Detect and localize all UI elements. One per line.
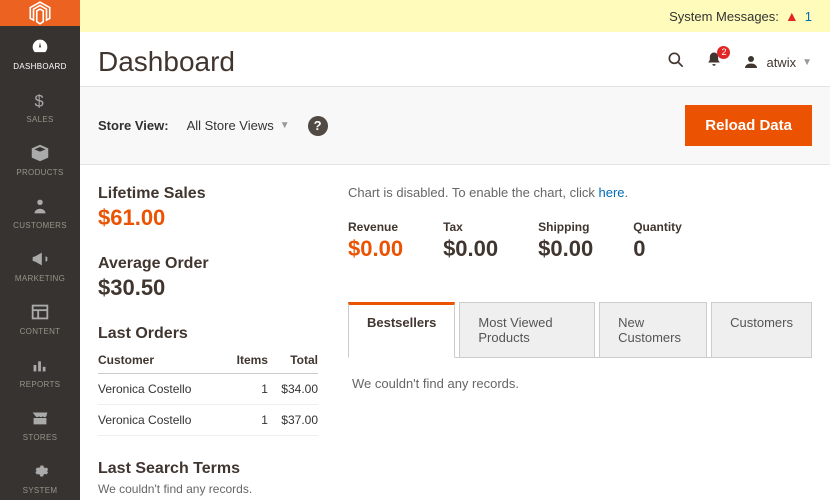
nav-stores[interactable]: STORES <box>0 397 80 450</box>
magento-logo[interactable] <box>0 0 80 26</box>
tab-bestsellers[interactable]: Bestsellers <box>348 302 455 358</box>
store-icon <box>29 407 51 429</box>
kpi-revenue-value: $0.00 <box>348 236 403 262</box>
table-row[interactable]: Veronica Costello 1 $34.00 <box>98 374 318 405</box>
store-view-select[interactable]: All Store Views ▼ <box>187 118 290 133</box>
last-orders-title: Last Orders <box>98 325 318 343</box>
col-customer: Customer <box>98 347 225 374</box>
kpi-revenue-label: Revenue <box>348 220 403 234</box>
kpi-quantity-label: Quantity <box>633 220 682 234</box>
help-button[interactable]: ? <box>308 116 328 136</box>
system-messages-label: System Messages: <box>669 9 779 24</box>
col-items: Items <box>225 347 268 374</box>
nav-sales-label: SALES <box>26 115 53 124</box>
megaphone-icon <box>29 248 51 270</box>
user-menu[interactable]: atwix ▼ <box>742 53 812 71</box>
kpi-shipping-value: $0.00 <box>538 236 593 262</box>
nav-stores-label: STORES <box>23 433 58 442</box>
gear-icon <box>29 460 51 482</box>
box-icon <box>29 142 51 164</box>
nav-sales[interactable]: $ SALES <box>0 79 80 132</box>
last-orders-table: Customer Items Total Veronica Costello 1… <box>98 347 318 436</box>
lifetime-sales-label: Lifetime Sales <box>98 185 318 203</box>
nav-reports[interactable]: REPORTS <box>0 344 80 397</box>
table-row[interactable]: Veronica Costello 1 $37.00 <box>98 405 318 436</box>
nav-system-label: SYSTEM <box>23 486 58 495</box>
caret-down-icon: ▼ <box>280 120 290 131</box>
gauge-icon <box>29 36 51 58</box>
last-search-title: Last Search Terms <box>98 460 318 478</box>
reload-data-button[interactable]: Reload Data <box>685 105 812 146</box>
layout-icon <box>29 301 51 323</box>
chart-disabled-note: Chart is disabled. To enable the chart, … <box>348 185 812 200</box>
kpi-quantity-value: 0 <box>633 236 682 262</box>
average-order-label: Average Order <box>98 255 318 273</box>
nav-products-label: PRODUCTS <box>16 168 63 177</box>
kpi-shipping-label: Shipping <box>538 220 593 234</box>
page-title: Dashboard <box>98 46 235 78</box>
nav-marketing-label: MARKETING <box>15 274 65 283</box>
person-icon <box>29 195 51 217</box>
nav-dashboard-label: DASHBOARD <box>13 62 66 71</box>
warning-icon: ▲ <box>785 8 799 24</box>
nav-system[interactable]: SYSTEM <box>0 450 80 503</box>
user-name: atwix <box>766 55 796 70</box>
kpi-tax-value: $0.00 <box>443 236 498 262</box>
search-icon <box>666 50 686 70</box>
notifications-badge: 2 <box>717 46 730 59</box>
toolbar: Store View: All Store Views ▼ ? Reload D… <box>80 86 830 165</box>
tab-new-customers[interactable]: New Customers <box>599 302 707 358</box>
dashboard-tabs: Bestsellers Most Viewed Products New Cus… <box>348 302 812 358</box>
col-total: Total <box>268 347 318 374</box>
nav-reports-label: REPORTS <box>20 380 61 389</box>
store-view-label: Store View: <box>98 118 169 133</box>
nav-products[interactable]: PRODUCTS <box>0 132 80 185</box>
dashboard-content: Lifetime Sales $61.00 Average Order $30.… <box>80 165 830 500</box>
bars-icon <box>29 354 51 376</box>
tab-most-viewed[interactable]: Most Viewed Products <box>459 302 595 358</box>
chevron-down-icon: ▼ <box>802 57 812 68</box>
kpi-tax-label: Tax <box>443 220 498 234</box>
admin-sidebar: DASHBOARD $ SALES PRODUCTS CUSTOMERS MAR… <box>0 0 80 500</box>
nav-content-label: CONTENT <box>20 327 61 336</box>
system-messages-count[interactable]: 1 <box>805 9 812 24</box>
tab-content-empty: We couldn't find any records. <box>348 358 812 409</box>
main-content: System Messages: ▲ 1 Dashboard 2 atwix ▼… <box>80 0 830 500</box>
nav-marketing[interactable]: MARKETING <box>0 238 80 291</box>
user-icon <box>742 53 760 71</box>
notifications-button[interactable]: 2 <box>704 50 724 75</box>
search-button[interactable] <box>666 50 686 75</box>
store-view-value: All Store Views <box>187 118 274 133</box>
dollar-icon: $ <box>29 89 51 111</box>
lifetime-sales-value: $61.00 <box>98 205 318 231</box>
kpi-row: Revenue $0.00 Tax $0.00 Shipping $0.00 Q… <box>348 220 812 262</box>
nav-customers[interactable]: CUSTOMERS <box>0 185 80 238</box>
nav-dashboard[interactable]: DASHBOARD <box>0 26 80 79</box>
svg-text:$: $ <box>35 92 44 110</box>
last-search-empty: We couldn't find any records. <box>98 482 318 496</box>
system-messages-bar[interactable]: System Messages: ▲ 1 <box>80 0 830 32</box>
tab-customers[interactable]: Customers <box>711 302 812 358</box>
nav-content[interactable]: CONTENT <box>0 291 80 344</box>
enable-chart-link[interactable]: here <box>599 185 625 200</box>
page-header: Dashboard 2 atwix ▼ <box>80 32 830 86</box>
nav-customers-label: CUSTOMERS <box>13 221 67 230</box>
average-order-value: $30.50 <box>98 275 318 301</box>
